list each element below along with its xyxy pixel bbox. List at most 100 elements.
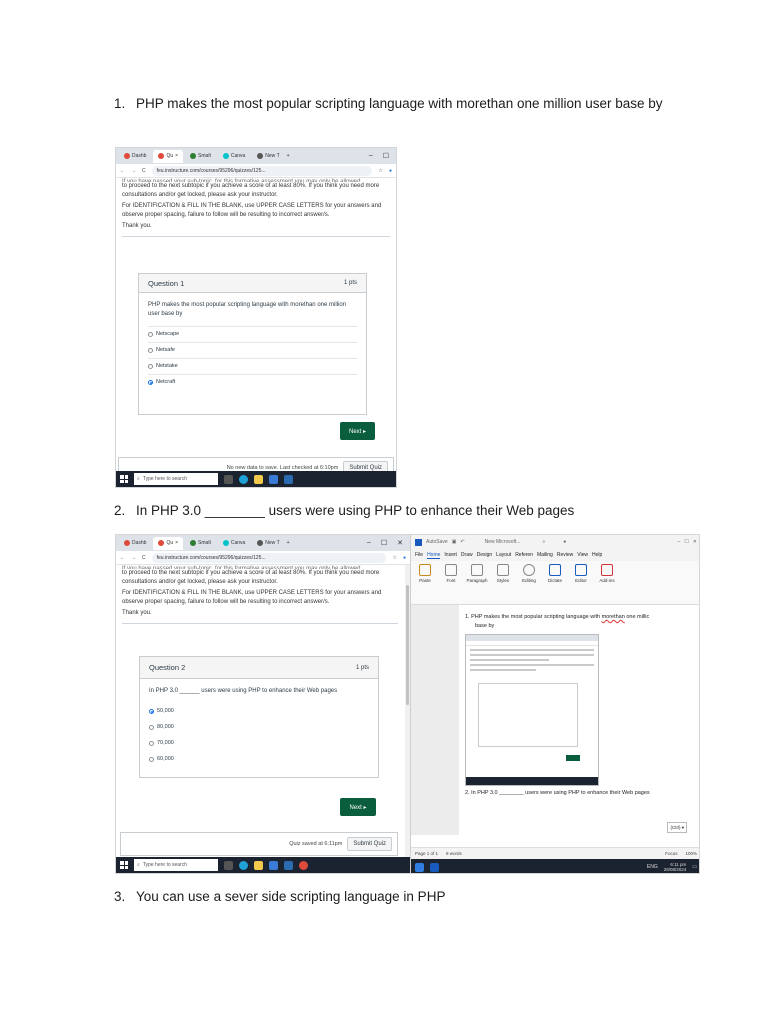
ribbon-editor[interactable]: Editor xyxy=(571,564,591,583)
profile-icon[interactable]: ● xyxy=(403,555,406,561)
ribbon-font[interactable]: Font xyxy=(441,564,461,583)
chrome-icon[interactable] xyxy=(299,860,308,870)
ribbon-styles[interactable]: Styles xyxy=(493,564,513,583)
windows-start-icon[interactable] xyxy=(120,475,128,483)
store-icon[interactable] xyxy=(269,474,278,484)
answer-option[interactable]: 60,000 xyxy=(149,752,369,768)
menu-home[interactable]: Home xyxy=(427,552,441,559)
radio-button[interactable] xyxy=(148,348,153,354)
menu-insert[interactable]: Insert xyxy=(444,552,457,558)
url-field[interactable]: feu.instructure.com/courses/95296/quizze… xyxy=(151,552,387,563)
back-arrow-icon[interactable]: ← xyxy=(120,168,125,174)
radio-button-selected[interactable] xyxy=(149,709,154,715)
answer-option[interactable]: Netsafe xyxy=(148,342,357,358)
bookmark-star-icon[interactable]: ☆ xyxy=(392,555,396,561)
answer-option[interactable]: 80,000 xyxy=(149,720,369,736)
ribbon-editing[interactable]: Editing xyxy=(519,564,539,583)
store-icon[interactable] xyxy=(269,860,278,870)
thanks-text: Thank you. xyxy=(122,223,152,230)
radio-button-selected[interactable] xyxy=(148,380,153,386)
back-arrow-icon[interactable]: ← xyxy=(120,555,125,561)
taskbar-search-input[interactable]: ⌕ Type here to search xyxy=(134,859,218,871)
maximize-button[interactable]: ☐ xyxy=(684,539,688,545)
minimize-button[interactable]: – xyxy=(369,152,373,160)
ribbon-paragraph[interactable]: Paragraph xyxy=(467,564,488,583)
browser-tab-active[interactable]: Qu × xyxy=(153,536,184,550)
taskbar-search-input[interactable]: ⌕ Type here to search xyxy=(134,473,218,485)
mail-icon[interactable] xyxy=(284,860,293,870)
browser-tab[interactable]: Dashb xyxy=(119,150,151,163)
notification-icon[interactable]: ▭ xyxy=(692,864,697,870)
menu-layout[interactable]: Layout xyxy=(496,552,511,558)
forward-arrow-icon[interactable]: → xyxy=(131,555,136,561)
word-taskbar-icon[interactable] xyxy=(430,862,439,872)
mail-icon[interactable] xyxy=(284,474,293,484)
reload-icon[interactable]: C xyxy=(142,168,146,174)
menu-mailings[interactable]: Mailing xyxy=(537,552,553,558)
document-page[interactable]: 1. PHP makes the most popular scripting … xyxy=(459,605,699,835)
maximize-button[interactable]: ☐ xyxy=(383,152,389,160)
browser-tab[interactable]: Smalt xyxy=(185,150,216,163)
radio-button[interactable] xyxy=(149,757,154,763)
file-explorer-icon[interactable] xyxy=(254,474,263,484)
maximize-button[interactable]: ☐ xyxy=(381,539,387,547)
radio-button[interactable] xyxy=(148,364,153,370)
menu-draw[interactable]: Draw xyxy=(461,552,473,558)
profile-icon[interactable]: ● xyxy=(389,168,392,174)
undo-icon[interactable]: ↶ xyxy=(460,539,464,545)
reload-icon[interactable]: C xyxy=(142,555,146,561)
browser-tab[interactable]: Canva xyxy=(218,150,250,163)
forward-arrow-icon[interactable]: → xyxy=(131,168,136,174)
ribbon-addins[interactable]: Add-ins xyxy=(597,564,617,583)
answer-option-selected[interactable]: 50,000 xyxy=(149,704,369,720)
menu-review[interactable]: Review xyxy=(557,552,573,558)
ribbon-paste[interactable]: Paste xyxy=(415,564,435,583)
answer-option-selected[interactable]: Netcraft xyxy=(148,374,357,390)
edge-icon[interactable] xyxy=(239,860,248,870)
minimize-button[interactable]: – xyxy=(678,539,681,545)
close-button[interactable]: ✕ xyxy=(397,539,403,547)
menu-view[interactable]: View xyxy=(577,552,588,558)
menu-help[interactable]: Help xyxy=(592,552,602,558)
close-button[interactable]: ✕ xyxy=(693,539,697,545)
task-view-icon[interactable] xyxy=(224,860,233,870)
zoom-level[interactable]: 100% xyxy=(685,851,697,856)
new-tab-button[interactable]: + xyxy=(287,153,290,159)
radio-button[interactable] xyxy=(149,741,154,747)
url-field[interactable]: feu.instructure.com/courses/95296/quizze… xyxy=(151,165,373,176)
menu-file[interactable]: File xyxy=(415,552,423,558)
edge-icon[interactable] xyxy=(239,474,248,484)
browser-tab[interactable]: New T xyxy=(252,150,284,163)
browser-tab[interactable]: Smalt xyxy=(185,537,216,550)
autosave-toggle[interactable]: AutoSave xyxy=(426,539,448,545)
windows-start-icon[interactable] xyxy=(120,861,128,869)
ribbon-dictate[interactable]: Dictate xyxy=(545,564,565,583)
save-icon[interactable]: ▣ xyxy=(452,539,457,545)
menu-design[interactable]: Design xyxy=(477,552,493,558)
answer-option[interactable]: Netscape xyxy=(148,326,357,342)
radio-button[interactable] xyxy=(149,725,154,731)
radio-button[interactable] xyxy=(148,332,153,338)
submit-quiz-button[interactable]: Submit Quiz xyxy=(347,837,392,851)
browser-tab[interactable]: Dashb xyxy=(119,537,151,550)
word-ribbon: Paste Font Paragraph Styles Editing Dict… xyxy=(411,561,699,605)
user-avatar-icon[interactable]: ● xyxy=(563,539,566,545)
next-button[interactable]: Next ▸ xyxy=(340,422,375,440)
browser-tab[interactable]: New T xyxy=(252,537,284,550)
menu-references[interactable]: Referen xyxy=(515,552,533,558)
browser-tab[interactable]: Canva xyxy=(218,537,250,550)
bookmark-star-icon[interactable]: ☆ xyxy=(378,168,382,174)
focus-button[interactable]: Focus xyxy=(665,851,677,856)
embedded-screenshot-thumbnail[interactable] xyxy=(465,634,599,786)
browser-tab-active[interactable]: Qu × xyxy=(153,149,184,163)
paste-options-tag[interactable]: (Ctrl) ▾ xyxy=(667,822,687,833)
search-icon[interactable]: ⌕ xyxy=(542,539,545,545)
vscode-icon[interactable] xyxy=(415,862,424,872)
task-view-icon[interactable] xyxy=(224,474,233,484)
minimize-button[interactable]: – xyxy=(367,539,371,547)
file-explorer-icon[interactable] xyxy=(254,860,263,870)
next-button[interactable]: Next ▸ xyxy=(340,798,376,816)
new-tab-button[interactable]: + xyxy=(287,540,290,546)
answer-option[interactable]: 70,000 xyxy=(149,736,369,752)
answer-option[interactable]: Netstake xyxy=(148,358,357,374)
